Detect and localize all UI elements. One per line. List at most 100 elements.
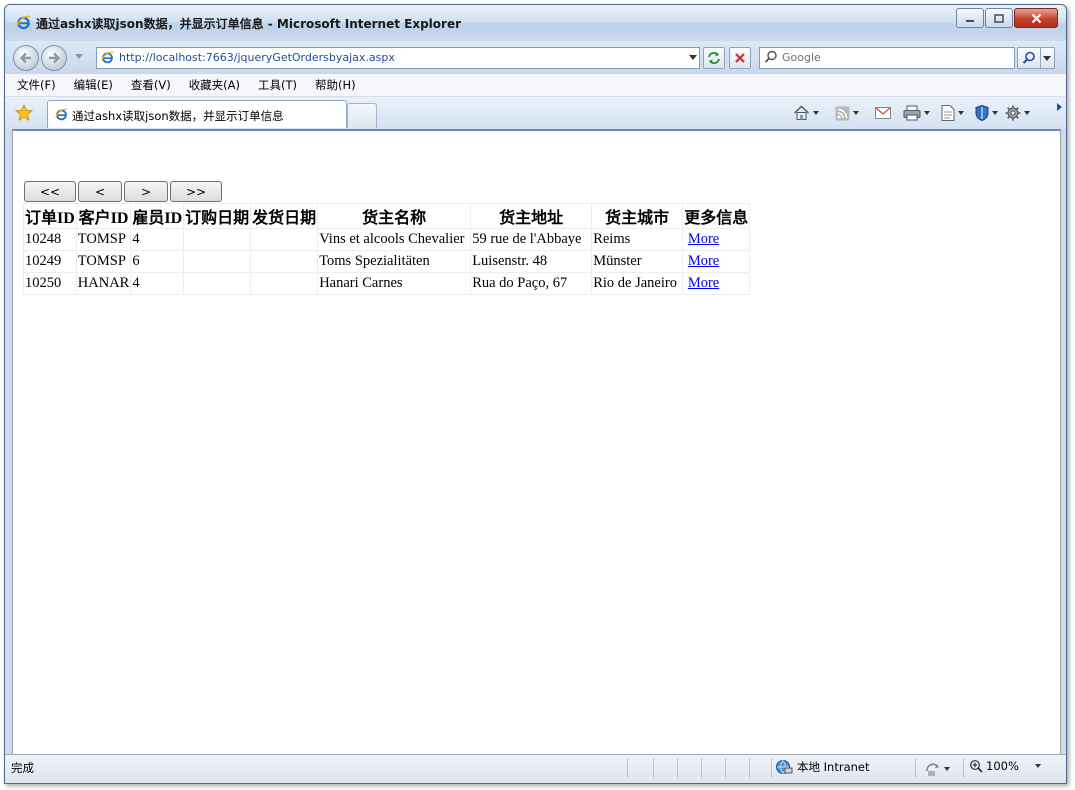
menu-file[interactable]: 文件(F) (17, 77, 56, 93)
cell-order-date (183, 228, 252, 251)
magnifier-icon (1022, 51, 1035, 64)
cell-customer-id: TOMSP (75, 228, 132, 251)
home-button[interactable] (793, 104, 819, 122)
restore-button[interactable] (985, 8, 1013, 28)
zoom-magnifier-icon (970, 760, 983, 773)
back-arrow-icon (19, 52, 31, 64)
tools-menu-button[interactable] (1005, 104, 1030, 122)
status-separator (963, 758, 964, 778)
safety-dropdown-icon[interactable] (992, 111, 998, 115)
search-box[interactable]: Google (759, 47, 1015, 69)
page-dropdown-icon[interactable] (958, 111, 964, 115)
refresh-button[interactable] (703, 47, 725, 69)
ie-logo-icon (16, 15, 31, 30)
tools-dropdown-icon[interactable] (1024, 111, 1030, 115)
more-link[interactable]: More (688, 253, 719, 269)
table-header-row: 订单ID 客户ID 雇员ID 订购日期 发货日期 货主名称 货主地址 货主城市 … (23, 203, 751, 229)
new-tab-button[interactable] (347, 103, 377, 128)
status-separator (627, 758, 628, 778)
mail-button[interactable] (875, 104, 891, 122)
mail-icon (875, 106, 891, 119)
forward-arrow-icon (49, 52, 61, 64)
menu-edit[interactable]: 编辑(E) (74, 77, 113, 93)
address-url[interactable]: http://localhost:7663/jqueryGetOrdersbya… (119, 51, 395, 64)
cell-ship-name: Hanari Carnes (317, 272, 472, 295)
cell-customer-id: TOMSP (75, 250, 132, 273)
stop-icon (735, 53, 745, 63)
favorites-star-icon[interactable] (15, 104, 33, 122)
pager: << < > >> (24, 181, 224, 202)
table-row: 10249 TOMSP 6 Toms Spezialitäten Luisens… (23, 250, 751, 273)
feeds-dropdown-icon[interactable] (853, 111, 859, 115)
address-bar[interactable]: http://localhost:7663/jqueryGetOrdersbya… (96, 47, 700, 69)
search-options-dropdown[interactable] (1040, 47, 1055, 69)
status-bar: 完成 本地 Intranet 100% (5, 754, 1066, 783)
protected-mode-button[interactable] (925, 760, 950, 778)
feeds-button[interactable] (835, 104, 859, 122)
search-placeholder: Google (782, 51, 821, 64)
security-zone[interactable]: 本地 Intranet (775, 759, 870, 775)
menu-bar: 文件(F) 编辑(E) 查看(V) 收藏夹(A) 工具(T) 帮助(H) (5, 74, 1066, 97)
forward-button[interactable] (41, 45, 67, 71)
header-order-date: 订购日期 (183, 203, 252, 229)
zoom-control[interactable]: 100% (969, 759, 1041, 773)
cell-order-id: 10250 (23, 272, 77, 295)
menu-view[interactable]: 查看(V) (131, 77, 171, 93)
tab-current[interactable]: 通过ashx读取json数据，并显示订单信息 (47, 100, 347, 128)
page-ie-icon (101, 51, 114, 64)
print-button[interactable] (903, 104, 930, 122)
close-icon (1031, 13, 1041, 23)
header-more-info: 更多信息 (682, 203, 751, 229)
more-link[interactable]: More (688, 231, 719, 247)
cell-ship-city: Münster (591, 250, 684, 273)
status-separator (749, 758, 750, 778)
zone-label: 本地 Intranet (797, 760, 870, 774)
page-menu-button[interactable] (941, 104, 964, 122)
menu-favorites[interactable]: 收藏夹(A) (189, 77, 240, 93)
command-bar-overflow-icon[interactable] (1057, 103, 1062, 111)
cell-ship-city: Reims (591, 228, 684, 251)
safety-menu-button[interactable] (975, 104, 998, 122)
back-button[interactable] (13, 45, 39, 71)
cell-ship-date (250, 250, 319, 273)
zoom-dropdown-icon[interactable] (1034, 764, 1041, 768)
cell-ship-city: Rio de Janeiro (591, 272, 684, 295)
cell-more-info: More (682, 228, 751, 251)
header-ship-date: 发货日期 (250, 203, 319, 229)
cell-ship-date (250, 272, 319, 295)
zoom-level: 100% (986, 759, 1019, 773)
status-separator (677, 758, 678, 778)
print-dropdown-icon[interactable] (924, 111, 930, 115)
more-link[interactable]: More (688, 275, 719, 291)
header-order-id: 订单ID (23, 203, 77, 229)
previous-page-button[interactable]: < (78, 181, 122, 202)
next-page-button[interactable]: > (124, 181, 168, 202)
printer-icon (903, 105, 921, 121)
orders-table: 订单ID 客户ID 雇员ID 订购日期 发货日期 货主名称 货主地址 货主城市 … (23, 203, 751, 295)
last-page-button[interactable]: >> (170, 181, 222, 202)
stop-button[interactable] (729, 47, 751, 69)
minimize-button[interactable] (956, 8, 984, 28)
cell-employee-id: 4 (130, 228, 185, 251)
protected-mode-dropdown-icon[interactable] (944, 767, 950, 771)
menu-help[interactable]: 帮助(H) (315, 77, 356, 93)
close-window-button[interactable] (1014, 8, 1058, 28)
first-page-button[interactable]: << (24, 181, 76, 202)
header-ship-name: 货主名称 (317, 203, 472, 229)
home-dropdown-icon[interactable] (813, 111, 819, 115)
title-bar: 通过ashx读取json数据，并显示订单信息 - Microsoft Inter… (5, 5, 1066, 41)
recent-pages-dropdown[interactable] (75, 54, 83, 59)
window-title: 通过ashx读取json数据，并显示订单信息 - Microsoft Inter… (36, 17, 462, 31)
shield-icon (975, 105, 989, 121)
cell-ship-name: Vins et alcools Chevalier (317, 228, 472, 251)
menu-tools[interactable]: 工具(T) (258, 77, 297, 93)
cell-ship-name: Toms Spezialitäten (317, 250, 472, 273)
cell-ship-address: Rua do Paço, 67 (470, 272, 593, 295)
table-row: 10250 HANAR 4 Hanari Carnes Rua do Paço,… (23, 272, 751, 295)
cell-employee-id: 4 (130, 272, 185, 295)
browser-window: 通过ashx读取json数据，并显示订单信息 - Microsoft Inter… (4, 4, 1067, 784)
header-ship-city: 货主城市 (591, 203, 684, 229)
status-separator (915, 758, 916, 778)
address-dropdown-icon[interactable] (689, 55, 697, 60)
search-go-button[interactable] (1017, 47, 1041, 69)
